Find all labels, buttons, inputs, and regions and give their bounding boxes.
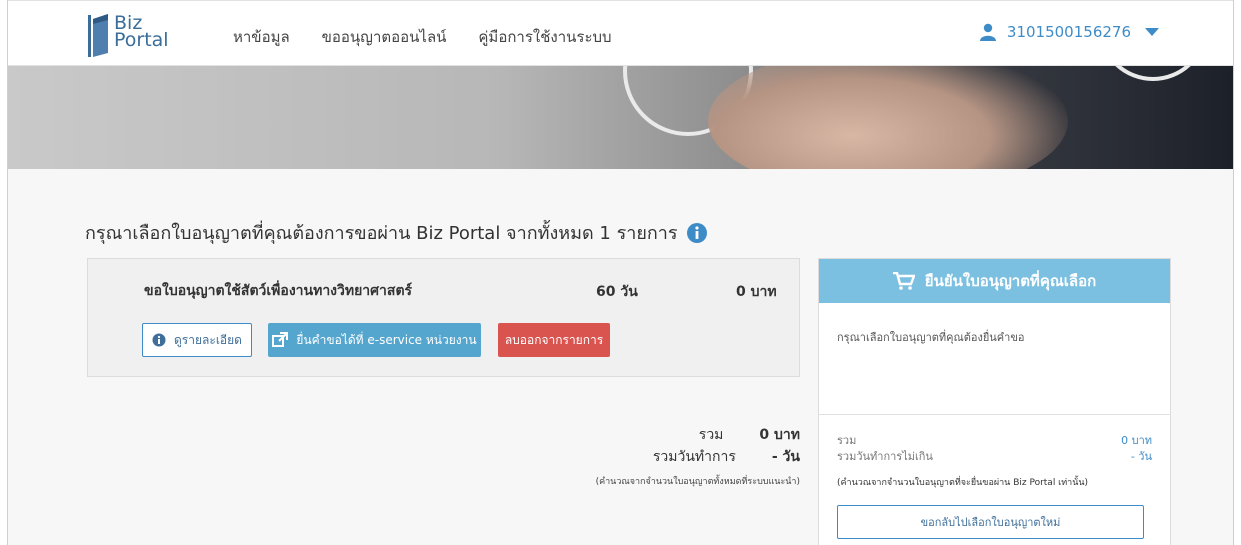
panel-note: (คำนวณจากจำนวนใบอนุญาตที่จะยื่นขอผ่าน Bi… [837, 478, 1089, 488]
license-days: 60 วัน [596, 284, 638, 300]
eservice-button[interactable]: ยื่นคำขอได้ที่ e-service หน่วยงาน [268, 323, 481, 357]
hero-hand-image [708, 66, 1068, 169]
door-logo-icon [88, 14, 108, 57]
totals-summary: รวม 0 บาท รวมวันทำการ - วัน (คำนวณจากจำน… [548, 424, 800, 488]
eservice-label: ยื่นคำขอได้ที่ e-service หน่วยงาน [296, 332, 477, 347]
confirm-selected-button[interactable]: ยืนยันใบอนุญาตที่คุณเลือก [819, 259, 1170, 303]
main-nav: หาข้อมูล ขออนุญาตออนไลน์ คู่มือการใช้งาน… [233, 25, 612, 49]
view-detail-label: ดูรายละเอียด [174, 332, 242, 347]
panel-summary: รวม 0 บาท รวมวันทำการไม่เกิน - วัน (คำนว… [819, 415, 1170, 489]
nav-item-user-manual[interactable]: คู่มือการใช้งานระบบ [478, 25, 611, 49]
total-days-label: รวมวันทำการ [652, 449, 736, 465]
page-title: กรุณาเลือกใบอนุญาตที่คุณต้องการขอผ่าน Bi… [85, 218, 708, 247]
total-price-row: รวม 0 บาท [548, 424, 800, 446]
totals-note: (คำนวณจากจำนวนใบอนุญาตทั้งหมดที่ระบบแนะน… [595, 477, 800, 487]
license-price: 0 บาท [736, 284, 777, 300]
hero-circle-right [1098, 66, 1208, 81]
panel-days-value: - วัน [1130, 450, 1152, 463]
logo-text-line2: Portal [114, 29, 169, 51]
panel-message: กรุณาเลือกใบอนุญาตที่คุณต้องยื่นคำขอ [819, 303, 1170, 415]
total-price-label: รวม [698, 427, 724, 443]
total-days-value: - วัน [771, 449, 800, 465]
user-icon [979, 23, 996, 41]
cart-icon [892, 272, 915, 290]
panel-price-row: รวม 0 บาท [837, 433, 1152, 449]
view-detail-button[interactable]: ดูรายละเอียด [142, 323, 252, 357]
app-frame: Biz Portal หาข้อมูล ขออนุญาตออนไลน์ คู่ม… [7, 0, 1234, 545]
biz-portal-logo[interactable]: Biz Portal [86, 11, 176, 57]
logo-text: Biz Portal [114, 14, 169, 51]
license-card: ขอใบอนุญาตใช้สัตว์เพื่องานทางวิทยาศาสตร์… [87, 258, 800, 377]
nav-item-online-permit[interactable]: ขออนุญาตออนไลน์ [322, 25, 447, 49]
total-price-value: 0 บาท [759, 427, 800, 443]
confirm-panel: ยืนยันใบอนุญาตที่คุณเลือก กรุณาเลือกใบอน… [818, 258, 1171, 545]
panel-days-label: รวมวันทำการไม่เกิน [837, 450, 933, 463]
caret-down-icon[interactable] [1145, 27, 1159, 37]
license-name: ขอใบอนุญาตใช้สัตว์เพื่องานทางวิทยาศาสตร์ [144, 283, 413, 299]
hero-banner [8, 66, 1233, 169]
panel-price-value: 0 บาท [1121, 434, 1152, 447]
user-menu[interactable]: 3101500156276 [979, 23, 1159, 41]
info-icon[interactable] [686, 222, 708, 244]
user-id: 3101500156276 [1006, 23, 1131, 41]
panel-price-label: รวม [837, 434, 857, 447]
remove-from-list-button[interactable]: ลบออกจากรายการ [498, 323, 610, 357]
back-to-select-button[interactable]: ขอกลับไปเลือกใบอนุญาตใหม่ [837, 505, 1144, 539]
top-navbar: Biz Portal หาข้อมูล ขออนุญาตออนไลน์ คู่ม… [8, 0, 1233, 66]
nav-item-search-info[interactable]: หาข้อมูล [233, 25, 290, 49]
info-circle-icon [152, 333, 166, 347]
total-days-row: รวมวันทำการ - วัน [548, 446, 800, 468]
external-link-icon [272, 332, 289, 347]
page-title-text: กรุณาเลือกใบอนุญาตที่คุณต้องการขอผ่าน Bi… [85, 223, 678, 244]
panel-days-row: รวมวันทำการไม่เกิน - วัน [837, 449, 1152, 465]
confirm-header-label: ยืนยันใบอนุญาตที่คุณเลือก [924, 272, 1097, 290]
